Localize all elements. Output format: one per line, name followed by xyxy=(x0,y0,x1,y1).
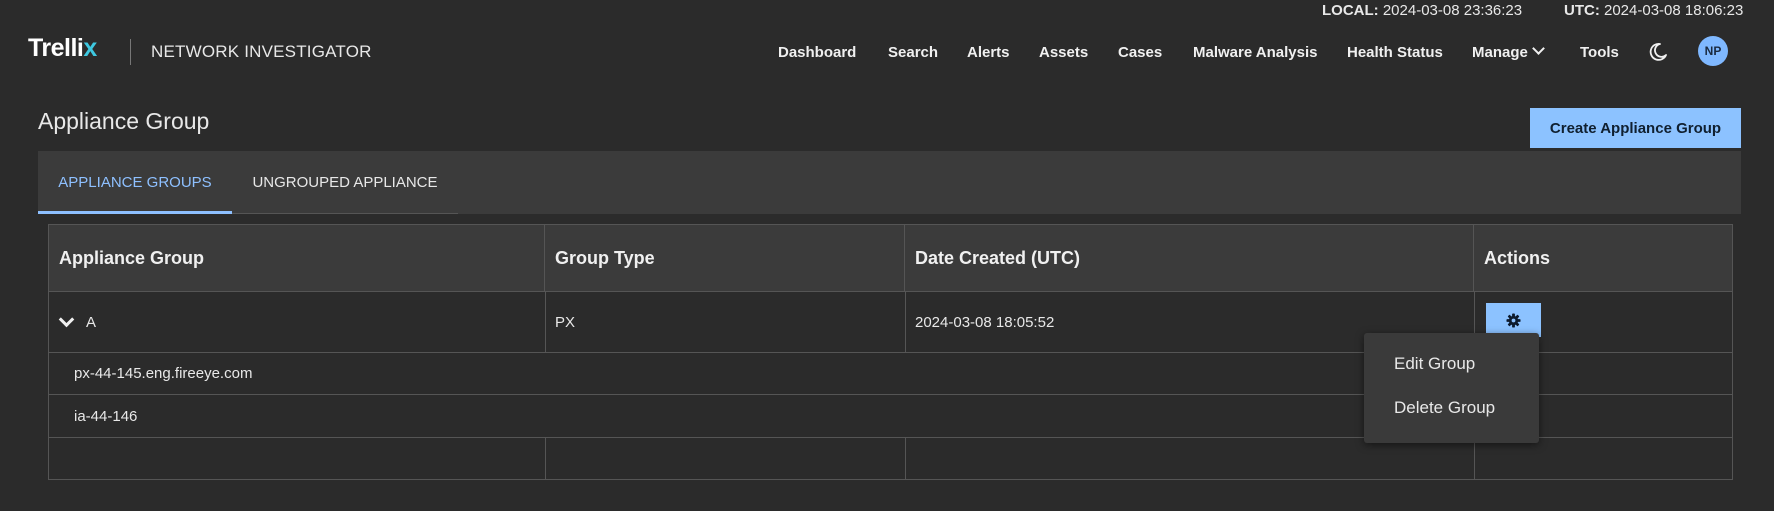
product-name: NETWORK INVESTIGATOR xyxy=(151,42,372,61)
row-actions-button[interactable] xyxy=(1486,303,1541,337)
tab-bar: APPLIANCE GROUPS UNGROUPED APPLIANCE xyxy=(38,151,1741,214)
utc-time: UTC: 2024-03-08 18:06:23 xyxy=(1564,2,1743,19)
nav-search[interactable]: Search xyxy=(888,44,938,61)
member-appliance-name: ia-44-146 xyxy=(74,407,138,425)
logo-mark: x xyxy=(83,34,97,62)
tab-ungrouped-appliance[interactable]: UNGROUPED APPLIANCE xyxy=(232,151,458,214)
top-navigation-bar: Trellix NETWORK INVESTIGATOR Dashboard S… xyxy=(0,30,1774,72)
member-appliance-name: px-44-145.eng.fireeye.com xyxy=(74,365,253,382)
chevron-down-icon[interactable] xyxy=(58,311,75,327)
group-name: A xyxy=(86,313,97,331)
nav-health-status[interactable]: Health Status xyxy=(1347,44,1443,61)
column-divider xyxy=(1474,438,1475,479)
nav-dashboard[interactable]: Dashboard xyxy=(778,44,856,61)
actions-dropdown-menu: Edit Group Delete Group xyxy=(1364,333,1539,443)
tab-appliance-groups[interactable]: APPLIANCE GROUPS xyxy=(38,151,232,214)
utc-time-label: UTC: xyxy=(1564,2,1600,19)
table-header: Appliance Group Group Type Date Created … xyxy=(49,225,1732,292)
column-header-group-type[interactable]: Group Type xyxy=(545,225,905,291)
group-type-cell: PX xyxy=(555,313,576,331)
chevron-down-icon xyxy=(1531,42,1545,55)
user-avatar[interactable]: NP xyxy=(1698,36,1728,66)
column-header-date-created[interactable]: Date Created (UTC) xyxy=(905,225,1474,291)
utc-time-value: 2024-03-08 18:06:23 xyxy=(1604,2,1744,19)
gear-icon xyxy=(1506,312,1521,328)
nav-manage-label: Manage xyxy=(1472,44,1528,61)
header-divider xyxy=(130,39,131,65)
logo-text: Trelli xyxy=(28,34,84,62)
column-divider xyxy=(545,438,546,479)
trellix-logo[interactable]: Trellix xyxy=(28,34,97,63)
local-time-value: 2024-03-08 23:36:23 xyxy=(1382,2,1523,19)
nav-alerts[interactable]: Alerts xyxy=(967,44,1010,61)
column-divider xyxy=(905,438,906,479)
nav-manage[interactable]: Manage xyxy=(1472,42,1545,61)
empty-table-row xyxy=(49,438,1732,479)
column-header-actions: Actions xyxy=(1484,248,1551,268)
page-title: Appliance Group xyxy=(38,108,210,134)
nav-tools[interactable]: Tools xyxy=(1580,44,1619,61)
create-appliance-group-button[interactable]: Create Appliance Group xyxy=(1530,108,1741,148)
edit-group-menu-item[interactable]: Edit Group xyxy=(1394,354,1475,374)
local-time: LOCAL: 2024-03-08 23:36:23 xyxy=(1322,2,1522,19)
nav-malware-analysis[interactable]: Malware Analysis xyxy=(1193,44,1318,61)
group-name-cell: A xyxy=(49,292,545,352)
moon-icon[interactable] xyxy=(1648,42,1668,62)
nav-cases[interactable]: Cases xyxy=(1118,44,1162,61)
delete-group-menu-item[interactable]: Delete Group xyxy=(1394,398,1495,418)
local-time-label: LOCAL: xyxy=(1322,2,1379,19)
nav-assets[interactable]: Assets xyxy=(1039,44,1088,61)
column-header-appliance-group[interactable]: Appliance Group xyxy=(49,225,545,291)
